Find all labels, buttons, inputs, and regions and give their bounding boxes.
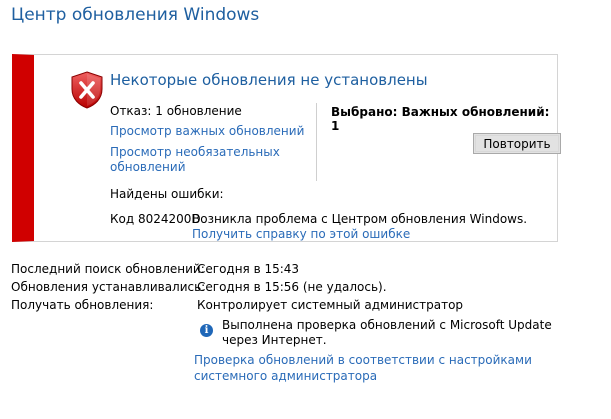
view-important-updates-link[interactable]: Просмотр важных обновлений: [110, 124, 304, 138]
microsoft-update-note: Выполнена проверка обновлений с Microsof…: [222, 318, 552, 347]
installed-label: Обновления устанавливались:: [11, 280, 206, 294]
page-title: Центр обновления Windows: [11, 5, 260, 25]
error-shield-icon: [71, 71, 103, 109]
failed-count-text: Отказ: 1 обновление: [110, 104, 242, 118]
selected-updates-text: Выбрано: Важных обновлений: 1: [331, 105, 550, 133]
update-status-panel: Некоторые обновления не установлены Отка…: [12, 54, 561, 242]
error-code: Код 8024200D: [110, 212, 201, 226]
last-check-value: Сегодня в 15:43: [197, 262, 300, 276]
error-help-link[interactable]: Получить справку по этой ошибке: [192, 227, 410, 241]
view-optional-updates-link[interactable]: Просмотр необязательных обновлений: [110, 145, 280, 175]
receive-updates-label: Получать обновления:: [11, 298, 154, 312]
installed-value: Сегодня в 15:56 (не удалось).: [197, 280, 387, 294]
admin-policy-check-link[interactable]: Проверка обновлений в соответствии с нас…: [194, 352, 574, 384]
last-check-label: Последний поиск обновлений:: [11, 262, 205, 276]
receive-updates-value: Контролирует системный администратор: [197, 298, 464, 312]
error-description: Возникла проблема с Центром обновления W…: [192, 212, 528, 226]
errors-found-label: Найдены ошибки:: [110, 187, 224, 201]
info-icon: i: [200, 324, 213, 337]
retry-button[interactable]: Повторить: [473, 133, 561, 154]
divider: [316, 103, 317, 181]
status-heading: Некоторые обновления не установлены: [110, 71, 428, 89]
